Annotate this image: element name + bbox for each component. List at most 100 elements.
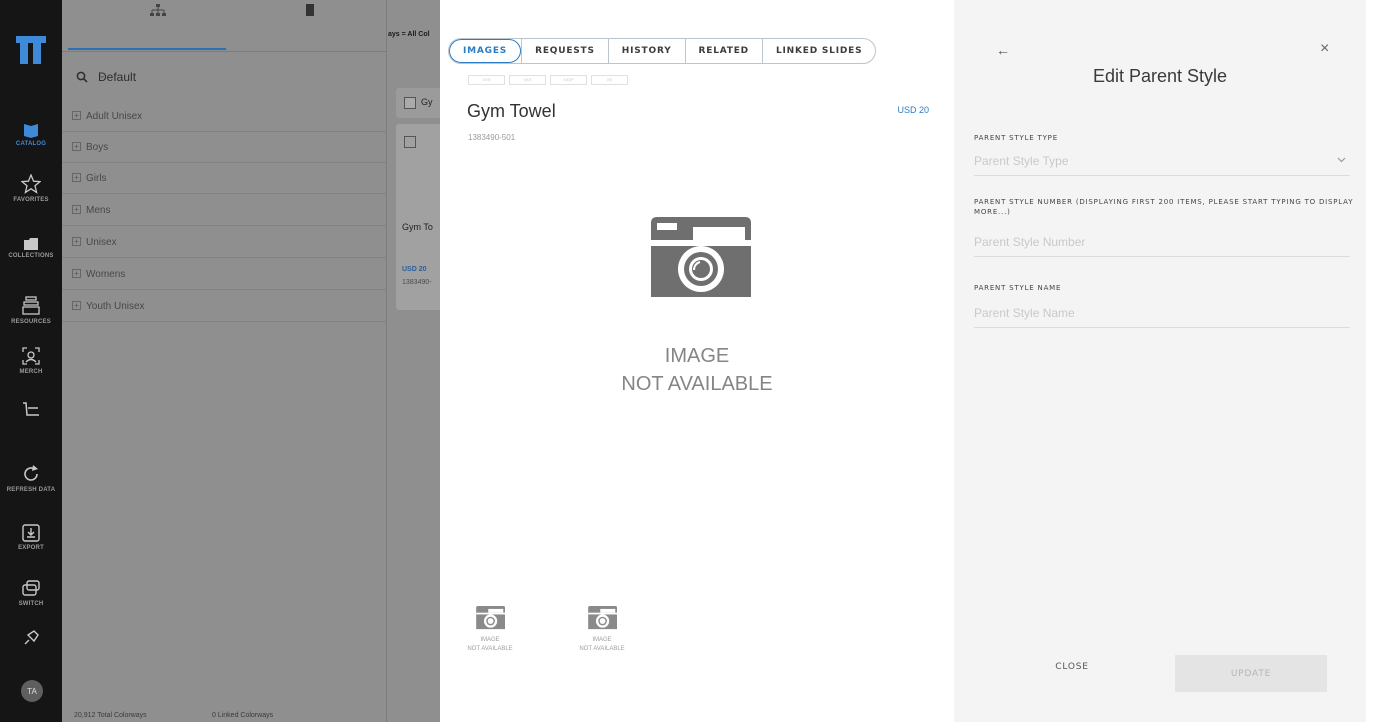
camera-placeholder-icon — [476, 606, 505, 630]
view-tabs — [62, 0, 386, 52]
rail-item-label: RESOURCES — [11, 319, 51, 325]
rail-item-label: COLLECTIONS — [8, 253, 54, 259]
size-chip[interactable]: XXS — [509, 75, 546, 85]
rail-item-collections[interactable]: COLLECTIONS — [0, 238, 62, 259]
rail-item-label: CATALOG — [15, 141, 47, 147]
chevron-down-icon: ⌄ — [98, 70, 107, 81]
edit-parent-style-panel: ← × Edit Parent Style PARENT STYLE TYPE … — [954, 0, 1366, 722]
expand-icon[interactable]: + — [72, 205, 81, 214]
tab-images[interactable]: IMAGES — [449, 39, 522, 63]
tab-history[interactable]: HISTORY — [607, 39, 685, 63]
tab-linked-slides[interactable]: LINKED SLIDES — [761, 39, 875, 63]
size-chips: XXS XXS XXXP XS — [468, 75, 628, 85]
switch-icon — [22, 580, 40, 596]
background-catalog-view: Default ⌄ + Adult Unisex + Boys + Girls + Me… — [62, 0, 446, 722]
basket-icon — [23, 402, 39, 416]
rail-item-merch[interactable]: MERCH — [0, 346, 62, 375]
expand-icon[interactable]: + — [72, 269, 81, 278]
image-not-available-text: IMAGE NOT AVAILABLE — [621, 345, 773, 395]
product-title: Gym Towel — [467, 101, 556, 121]
expand-icon[interactable]: + — [72, 237, 81, 246]
status-footer: 20,912 Total Colorways 0 Linked Colorway… — [62, 708, 386, 722]
app-logo-icon[interactable] — [16, 36, 46, 64]
bookmark-tab-icon[interactable] — [306, 4, 314, 16]
search-icon — [76, 71, 88, 83]
breadcrumb: ays = All Col — [388, 31, 430, 38]
category-item[interactable]: + Boys — [62, 132, 386, 163]
rail-item-label: SWITCH — [18, 601, 44, 607]
catalog-book-icon — [24, 124, 38, 138]
total-colorways: 20,912 Total Colorways — [74, 712, 147, 719]
rail-item-label: EXPORT — [18, 545, 44, 551]
category-item[interactable]: + Adult Unisex — [62, 101, 386, 132]
window-edge — [1366, 0, 1373, 722]
resources-icon — [22, 296, 40, 315]
image-thumbnail[interactable]: IMAGE NOT AVAILABLE — [557, 604, 647, 654]
active-tab-indicator — [68, 48, 226, 50]
expand-icon[interactable]: + — [72, 173, 81, 182]
expand-icon[interactable]: + — [72, 142, 81, 151]
chevron-down-icon — [1337, 157, 1346, 163]
parent-style-name-label: PARENT STYLE NAME — [974, 284, 1062, 292]
image-thumbnail[interactable]: IMAGE NOT AVAILABLE — [445, 604, 535, 654]
rail-item-label: MERCH — [19, 369, 43, 375]
merch-icon — [22, 347, 40, 365]
close-x-icon[interactable]: × — [1320, 40, 1329, 58]
hierarchy-tab-icon[interactable] — [150, 4, 166, 18]
card-price: USD 20 — [402, 266, 427, 273]
card-number: 1383490- — [402, 279, 432, 286]
user-avatar[interactable]: TA — [21, 680, 43, 702]
expand-icon[interactable]: + — [72, 301, 81, 310]
linked-colorways: 0 Linked Colorways — [212, 712, 274, 719]
rail-item-catalog[interactable]: CATALOG — [0, 122, 62, 147]
rail-item-switch[interactable]: SWITCH — [0, 578, 62, 607]
rail-item-favorites[interactable]: FAVORITES — [0, 174, 62, 203]
expand-icon[interactable]: + — [72, 111, 81, 120]
rail-item-label: FAVORITES — [13, 197, 49, 203]
size-chip[interactable]: XXXP — [550, 75, 587, 85]
size-chip[interactable]: XS — [591, 75, 628, 85]
tab-requests[interactable]: REQUESTS — [521, 39, 608, 63]
category-item[interactable]: + Unisex — [62, 227, 386, 258]
app-sidebar-rail: CATALOG FAVORITES COLLECTIONS RESOURCES … — [0, 0, 62, 722]
product-price: USD 20 — [897, 105, 929, 115]
camera-placeholder-icon — [651, 217, 751, 297]
parent-style-name-input[interactable]: Parent Style Name — [974, 302, 1350, 328]
detail-tabs: IMAGES REQUESTS HISTORY RELATED LINKED S… — [448, 38, 877, 64]
card-name: Gym To — [402, 222, 433, 232]
category-item[interactable]: + Mens — [62, 195, 386, 226]
select-all-checkbox[interactable] — [404, 97, 416, 109]
rail-item-export[interactable]: EXPORT — [0, 524, 62, 551]
rail-item-pin[interactable] — [0, 629, 62, 650]
arrow-left-icon[interactable]: ← — [996, 42, 1010, 58]
parent-style-type-label: PARENT STYLE TYPE — [974, 134, 1058, 142]
product-card[interactable]: Gym To USD 20 1383490- — [396, 124, 446, 310]
style-number: 1383490-501 — [468, 133, 516, 142]
product-detail-panel: IMAGES REQUESTS HISTORY RELATED LINKED S… — [440, 0, 954, 722]
grid-header: Gy — [396, 88, 446, 118]
category-item[interactable]: + Womens — [62, 259, 386, 290]
parent-style-number-label: PARENT STYLE NUMBER (DISPLAYING FIRST 20… — [974, 198, 1354, 216]
card-checkbox[interactable] — [404, 136, 416, 148]
pane-divider — [386, 0, 387, 722]
rail-item-refresh-data[interactable]: REFRESH DATA — [0, 464, 62, 493]
size-chip[interactable]: XXS — [468, 75, 505, 85]
folder-icon — [24, 238, 38, 250]
camera-placeholder-icon — [588, 606, 617, 630]
parent-style-type-select[interactable]: Parent Style Type — [974, 150, 1350, 176]
category-item[interactable]: + Girls — [62, 163, 386, 194]
parent-style-number-input[interactable]: Parent Style Number — [974, 231, 1350, 257]
category-search-select[interactable]: Default ⌄ — [76, 68, 370, 88]
tab-related[interactable]: RELATED — [684, 39, 762, 63]
update-button[interactable]: UPDATE — [1175, 655, 1327, 692]
refresh-icon — [24, 465, 38, 481]
rail-item-label: REFRESH DATA — [6, 487, 56, 493]
rail-item-basket[interactable] — [0, 401, 62, 422]
panel-title: Edit Parent Style — [1092, 66, 1228, 86]
export-icon — [22, 524, 40, 542]
rail-item-resources[interactable]: RESOURCES — [0, 296, 62, 325]
category-item[interactable]: + Youth Unisex — [62, 291, 386, 322]
close-button[interactable]: CLOSE — [1042, 662, 1102, 672]
pin-icon — [24, 630, 39, 645]
star-icon — [21, 174, 41, 194]
